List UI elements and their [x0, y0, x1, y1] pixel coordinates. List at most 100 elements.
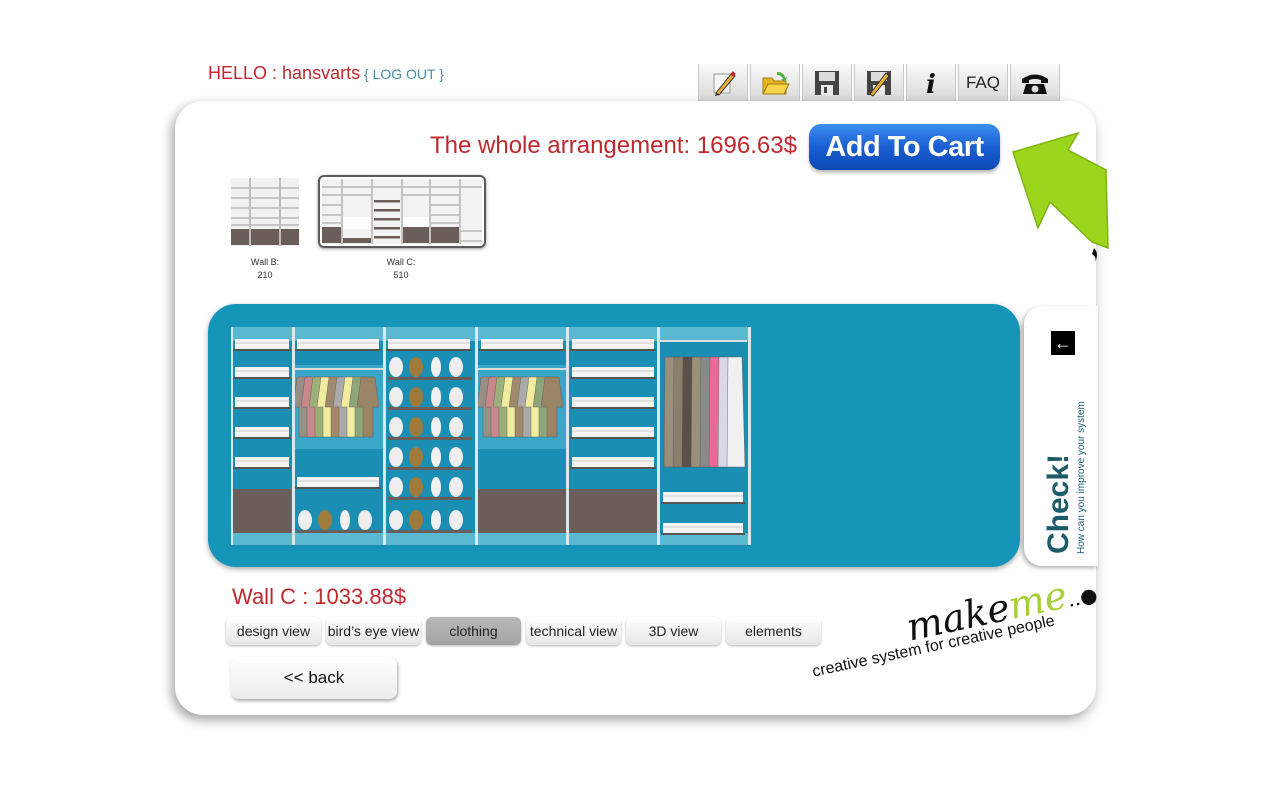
shoe [449, 417, 463, 437]
open-button[interactable] [750, 64, 800, 102]
folded-towels [572, 397, 654, 407]
info-icon: i [926, 70, 936, 97]
shelf [570, 349, 656, 351]
top-rail [293, 327, 384, 341]
view-tabs: design view bird’s eye view clothing tec… [226, 617, 821, 645]
shoe [389, 387, 403, 407]
folded-towels [663, 523, 743, 533]
save-as-icon [867, 71, 891, 97]
shoe [431, 417, 441, 437]
folded-towels [481, 339, 563, 349]
shelf [233, 437, 291, 439]
shelf [386, 349, 472, 351]
shoe [389, 417, 403, 437]
faq-button[interactable]: FAQ [958, 64, 1008, 102]
shelf [295, 349, 381, 351]
shoe [449, 477, 463, 497]
folded-towels [572, 367, 654, 377]
folded-towels [572, 339, 654, 349]
tab-technical-view[interactable]: technical view [526, 617, 621, 645]
folded-towels [572, 457, 654, 467]
contact-button[interactable] [1010, 64, 1060, 102]
shoe [340, 510, 350, 530]
shoe [358, 510, 372, 530]
shoe-shelf [388, 437, 472, 440]
shoe-shelf [388, 497, 472, 500]
shoe [389, 447, 403, 467]
folded-towels [663, 492, 743, 502]
shoe [449, 447, 463, 467]
edit-button[interactable] [698, 64, 748, 102]
wall-b-thumbnail[interactable] [231, 178, 299, 246]
folded-towels [235, 457, 289, 467]
folded-towels [235, 427, 289, 437]
shelf [570, 407, 656, 409]
divider [566, 327, 569, 545]
wall-c-thumbnail[interactable] [318, 175, 486, 248]
check-text: Check! How can you improve your system [1024, 298, 1098, 558]
bottom-rail [293, 533, 384, 545]
check-panel-tab[interactable]: ← Check! How can you improve your system [1024, 306, 1098, 566]
shoe [431, 477, 441, 497]
wall-b-label: Wall B: 210 [250, 257, 280, 280]
shelf [661, 533, 745, 535]
shoe [431, 447, 441, 467]
shelf [570, 377, 656, 379]
shelf [233, 407, 291, 409]
wall-c-label: Wall C: 510 [386, 257, 416, 280]
shoe [409, 447, 423, 467]
shoe [409, 477, 423, 497]
garment [726, 356, 746, 468]
back-button[interactable]: << back [231, 657, 397, 699]
folded-towels [297, 339, 379, 349]
folded-towels [388, 339, 470, 349]
shelf [295, 487, 381, 489]
bottom-rail [231, 533, 293, 545]
tab-3d-view[interactable]: 3D view [626, 617, 721, 645]
phone-icon [1022, 74, 1048, 94]
shelf [233, 467, 291, 469]
folded-towels [235, 339, 289, 349]
shelf [233, 349, 291, 351]
folded-towels [297, 477, 379, 487]
shoe [409, 510, 423, 530]
divider [657, 327, 660, 545]
info-button[interactable]: i [906, 64, 956, 102]
bottom-rail [384, 533, 476, 545]
bottom-rail [476, 533, 567, 545]
wardrobe-view[interactable] [231, 327, 751, 547]
shoe [389, 477, 403, 497]
tab-birds-eye-view[interactable]: bird’s eye view [326, 617, 421, 645]
add-to-cart-button[interactable]: Add To Cart [809, 124, 1000, 170]
greeting-text: HELLO : hansvarts [208, 63, 361, 83]
save-disk-icon [815, 71, 839, 95]
divider [475, 327, 478, 545]
drawer [478, 489, 566, 533]
bottom-rail [567, 533, 658, 545]
shoe [431, 357, 441, 377]
folded-towels [235, 367, 289, 377]
green-arrow-icon [1012, 131, 1109, 264]
drawer [233, 489, 291, 533]
save-as-button[interactable] [854, 64, 904, 102]
logout-link[interactable]: { LOG OUT } [364, 66, 444, 82]
wall-b-preview [231, 178, 299, 246]
shoe [431, 387, 441, 407]
shoe [449, 357, 463, 377]
tab-design-view[interactable]: design view [226, 617, 321, 645]
shoe [389, 510, 403, 530]
shelf [479, 349, 565, 351]
shoe-shelf [297, 530, 381, 533]
top-rail [567, 327, 658, 341]
shoe-shelf [388, 467, 472, 470]
tab-clothing[interactable]: clothing [426, 617, 521, 645]
save-button[interactable] [802, 64, 852, 102]
shoe [318, 510, 332, 530]
shoe [409, 357, 423, 377]
wall-c-preview [322, 179, 482, 244]
shoe [409, 417, 423, 437]
top-rail [231, 327, 293, 341]
divider [383, 327, 386, 545]
folded-towels [572, 427, 654, 437]
shoe [409, 387, 423, 407]
